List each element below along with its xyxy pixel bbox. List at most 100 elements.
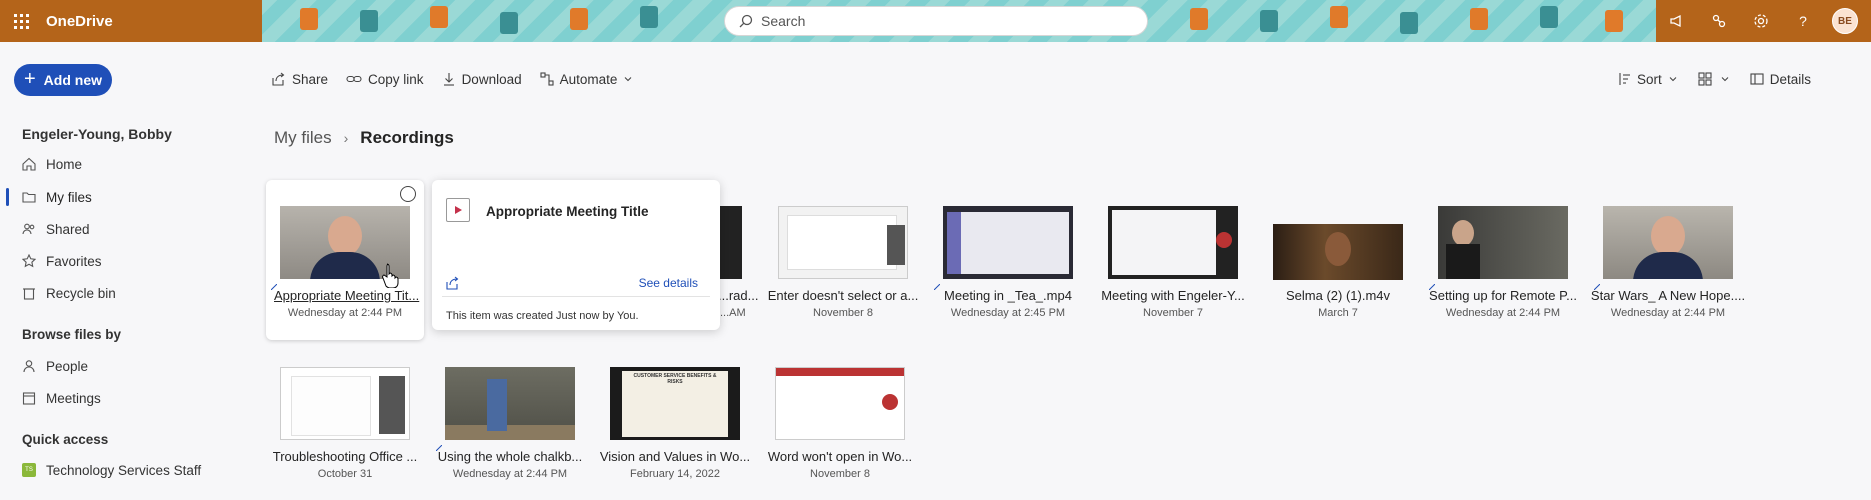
chevron-down-icon [625, 77, 632, 82]
hover-card-title: Appropriate Meeting Title [486, 204, 649, 219]
details-button[interactable]: Details [1750, 72, 1811, 87]
site-badge: TS [22, 463, 36, 477]
details-label: Details [1769, 71, 1811, 87]
app-name[interactable]: OneDrive [46, 13, 113, 30]
file-tile[interactable]: Selma (2) (1).m4v March 7 [1259, 180, 1417, 340]
sidebar-item-home[interactable]: Home [22, 152, 82, 176]
file-date: Wednesday at 2:44 PM [1610, 307, 1726, 319]
file-name[interactable]: Selma (2) (1).m4v [1259, 288, 1417, 303]
file-date: November 7 [1143, 307, 1203, 319]
video-thumbnail [1273, 224, 1403, 280]
user-name: Engeler-Young, Bobby [22, 126, 172, 142]
file-tile[interactable]: Using the whole chalkb... Wednesday at 2… [431, 341, 589, 500]
share-icon[interactable] [446, 276, 460, 290]
file-tile[interactable]: Troubleshooting Office ... October 31 [266, 341, 424, 500]
file-date: Wednesday at 2:44 PM [287, 307, 403, 319]
sidebar-item-label: Favorites [46, 253, 102, 269]
file-name[interactable]: Troubleshooting Office ... [266, 449, 424, 464]
sidebar-item-label: Recycle bin [46, 285, 116, 301]
file-name[interactable]: Using the whole chalkb... [431, 449, 589, 464]
details-pane-icon [1750, 73, 1764, 85]
quick-access-heading: Quick access [22, 432, 109, 447]
browse-files-heading: Browse files by [22, 327, 122, 342]
file-tile[interactable]: Meeting in _Tea_.mp4 Wednesday at 2:45 P… [929, 180, 1087, 340]
app-launcher-icon[interactable] [0, 0, 42, 42]
file-tile[interactable]: CUSTOMER SERVICE BENEFITS & RISKS Vision… [596, 341, 754, 500]
file-name[interactable]: ...rad... [718, 288, 758, 303]
file-name[interactable]: Setting up for Remote P... [1424, 288, 1582, 303]
sidebar-item-meetings[interactable]: Meetings [22, 386, 101, 410]
star-icon [22, 254, 36, 268]
search-box[interactable] [724, 6, 1148, 36]
share-label: Share [292, 71, 329, 87]
sidebar-item-shared[interactable]: Shared [22, 217, 90, 241]
file-tile[interactable]: Star Wars_ A New Hope.... Wednesday at 2… [1589, 180, 1747, 340]
sidebar-item-label: My files [46, 189, 92, 205]
download-icon [443, 73, 454, 86]
video-thumbnail [775, 367, 905, 440]
file-date: ...AM [720, 307, 746, 319]
sidebar-item-my-files[interactable]: My files [22, 185, 92, 209]
search-input[interactable] [761, 13, 1121, 29]
plus-icon: + [23, 67, 36, 90]
file-date: November 8 [810, 468, 870, 480]
breadcrumb-my-files[interactable]: My files [274, 128, 332, 148]
video-thumbnail [445, 367, 575, 440]
hover-card-note: This item was created Just now by You. [446, 310, 639, 322]
file-name[interactable]: Enter doesn't select or a... [764, 288, 922, 303]
avatar-button[interactable]: BE [1824, 0, 1866, 42]
file-date: February 14, 2022 [630, 468, 720, 480]
divider [442, 296, 710, 297]
automate-icon [540, 72, 554, 86]
app-header: OneDrive [0, 0, 262, 42]
file-hover-card: Appropriate Meeting Title See details Th… [432, 180, 720, 330]
file-name[interactable]: Star Wars_ A New Hope.... [1589, 288, 1747, 303]
file-date: November 8 [813, 307, 873, 319]
file-tile[interactable]: Meeting with Engeler-Y... November 7 [1094, 180, 1252, 340]
person-icon [23, 360, 35, 373]
avatar: BE [1832, 8, 1858, 34]
file-tile[interactable]: Setting up for Remote P... Wednesday at … [1424, 180, 1582, 340]
automate-label: Automate [559, 71, 618, 87]
grid-view-icon [1698, 72, 1712, 86]
sidebar-item-favorites[interactable]: Favorites [22, 249, 102, 273]
sidebar-item-recycle-bin[interactable]: Recycle bin [22, 281, 116, 305]
sidebar-item-people[interactable]: People [22, 354, 88, 378]
download-button[interactable]: Download [442, 72, 522, 87]
sidebar-item-label: People [46, 358, 89, 374]
automate-button[interactable]: Automate [540, 72, 634, 87]
help-icon[interactable]: ? [1782, 0, 1824, 42]
connect-icon[interactable] [1698, 0, 1740, 42]
video-file-icon [446, 198, 470, 222]
thumbnail-heading: CUSTOMER SERVICE BENEFITS & RISKS [633, 373, 717, 385]
chevron-down-icon [1669, 77, 1677, 82]
file-date: Wednesday at 2:44 PM [452, 468, 568, 480]
share-button[interactable]: Share [272, 72, 328, 87]
file-name[interactable]: Meeting in _Tea_.mp4 [929, 288, 1087, 303]
video-thumbnail [1108, 206, 1238, 279]
file-tile[interactable]: Enter doesn't select or a... November 8 [764, 180, 922, 340]
add-new-label: Add new [43, 72, 103, 88]
home-icon [22, 157, 36, 171]
file-name[interactable]: Word won't open in Wo... [761, 449, 919, 464]
see-details-link[interactable]: See details [639, 276, 698, 290]
video-thumbnail [1603, 206, 1733, 279]
file-tile[interactable]: Word won't open in Wo... November 8 [761, 341, 919, 500]
file-name[interactable]: Appropriate Meeting Tit... [274, 288, 424, 303]
copy-link-button[interactable]: Copy link [346, 72, 424, 87]
gear-icon[interactable] [1740, 0, 1782, 42]
sidebar-item-technology-services-staff[interactable]: TS Technology Services Staff [22, 458, 201, 482]
add-new-button[interactable]: + Add new [14, 64, 112, 96]
sort-button[interactable]: Sort [1617, 72, 1678, 87]
sidebar-item-label: Shared [46, 221, 90, 237]
sidebar-item-label: Home [46, 156, 83, 172]
file-name[interactable]: Vision and Values in Wo... [596, 449, 754, 464]
megaphone-icon[interactable] [1656, 0, 1698, 42]
view-commands: Sort Details [1617, 66, 1811, 92]
hand-cursor-icon [382, 263, 399, 288]
file-name[interactable]: Meeting with Engeler-Y... [1094, 288, 1252, 303]
view-switcher-button[interactable] [1698, 72, 1730, 86]
calendar-icon [22, 392, 36, 405]
select-checkbox[interactable] [400, 186, 416, 202]
file-tile[interactable]: Appropriate Meeting Tit... Wednesday at … [266, 180, 424, 340]
